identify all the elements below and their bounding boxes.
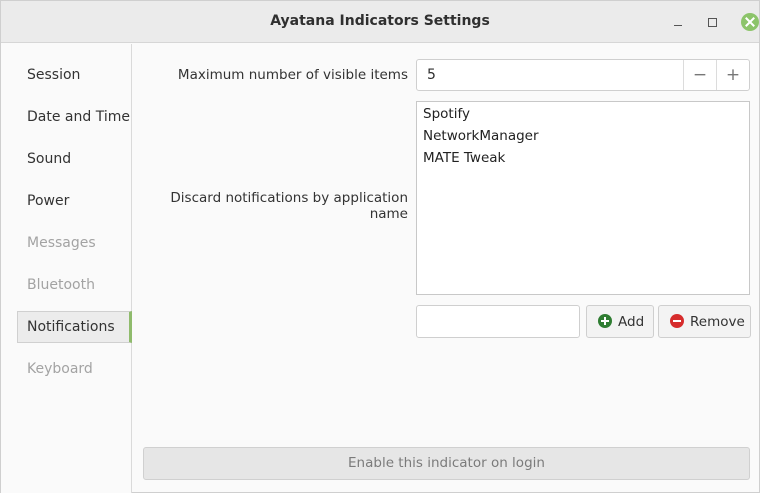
window-title: Ayatana Indicators Settings: [270, 13, 490, 29]
increment-button[interactable]: +: [716, 60, 749, 90]
sidebar-item-date-and-time[interactable]: Date and Time: [17, 101, 132, 133]
max-items-spinbox[interactable]: 5 − +: [416, 59, 750, 91]
app-list[interactable]: Spotify NetworkManager MATE Tweak: [416, 101, 750, 295]
sidebar-item-power[interactable]: Power: [17, 185, 132, 217]
close-icon[interactable]: [741, 13, 759, 31]
list-item[interactable]: Spotify: [423, 106, 470, 122]
sidebar: Session Date and Time Sound Power Messag…: [1, 44, 132, 493]
remove-icon: [670, 314, 684, 328]
app-name-input[interactable]: [416, 305, 580, 338]
discard-notifications-label: Discard notifications by application nam…: [170, 190, 408, 222]
list-item[interactable]: NetworkManager: [423, 128, 539, 144]
add-icon: [598, 314, 612, 328]
remove-button[interactable]: Remove: [658, 305, 751, 338]
add-button-label: Add: [618, 314, 645, 330]
minimize-icon[interactable]: [669, 13, 687, 31]
decrement-button[interactable]: −: [683, 60, 716, 90]
list-item[interactable]: MATE Tweak: [423, 150, 505, 166]
sidebar-item-notifications[interactable]: Notifications: [17, 311, 132, 343]
sidebar-item-bluetooth: Bluetooth: [27, 277, 95, 293]
max-items-label: Maximum number of visible items: [177, 67, 408, 83]
remove-button-label: Remove: [690, 314, 745, 330]
enable-indicator-button[interactable]: Enable this indicator on login: [143, 447, 750, 480]
sidebar-item-keyboard: Keyboard: [27, 361, 93, 377]
title-bar: Ayatana Indicators Settings: [1, 1, 759, 43]
max-items-value[interactable]: 5: [427, 67, 436, 83]
sidebar-item-messages: Messages: [27, 235, 96, 251]
sidebar-item-session[interactable]: Session: [17, 59, 132, 91]
maximize-icon[interactable]: [703, 13, 721, 31]
add-button[interactable]: Add: [586, 305, 654, 338]
settings-window: Ayatana Indicators Settings Session Date…: [0, 0, 760, 493]
sidebar-item-sound[interactable]: Sound: [17, 143, 132, 175]
